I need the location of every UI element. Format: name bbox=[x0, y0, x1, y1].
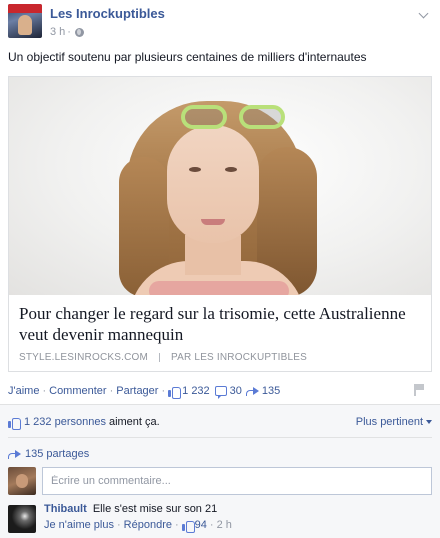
meta-separator: · bbox=[67, 26, 71, 38]
link-preview-card[interactable]: Pour changer le regard sur la trisomie, … bbox=[8, 76, 432, 372]
photo-sunglasses bbox=[181, 105, 285, 133]
comment-like-value: 94 bbox=[194, 519, 207, 531]
comment-composer bbox=[8, 467, 432, 499]
sunglasses-lens-right bbox=[239, 105, 285, 129]
post-header: Les Inrockuptibles 3 h · bbox=[8, 4, 432, 40]
thumbs-up-icon bbox=[8, 417, 21, 430]
globe-icon[interactable] bbox=[74, 27, 84, 37]
share-button[interactable]: Partager bbox=[116, 385, 158, 397]
source-divider bbox=[159, 353, 161, 362]
sunglasses-lens-left bbox=[181, 105, 227, 129]
post-message: Un objectif soutenu par plusieurs centai… bbox=[8, 50, 367, 64]
comment-count[interactable]: 30 bbox=[214, 385, 242, 399]
photo-mouth bbox=[201, 219, 225, 225]
sort-label: Plus pertinent bbox=[355, 416, 423, 428]
share-count-value: 135 bbox=[261, 385, 281, 397]
flag-icon[interactable] bbox=[414, 384, 424, 396]
sort-dropdown[interactable]: Plus pertinent bbox=[356, 416, 432, 428]
comment-author-link[interactable]: Thibault bbox=[44, 503, 87, 515]
comment-unlike-button[interactable]: Je n'aime plus bbox=[44, 519, 114, 531]
thumbs-up-icon bbox=[168, 386, 182, 399]
comment-actions: Je n'aime plus · Répondre · 94 · 2 h bbox=[44, 519, 232, 533]
thumbs-up-icon bbox=[181, 520, 195, 533]
comment-separator: · bbox=[209, 519, 214, 531]
action-separator: · bbox=[109, 385, 114, 397]
comment-separator: · bbox=[174, 519, 179, 531]
comment-body: Thibault Elle s'est mise sur son 21 bbox=[44, 503, 217, 515]
commenter-avatar[interactable] bbox=[8, 505, 36, 533]
shares-summary[interactable]: 135 partages bbox=[8, 445, 432, 463]
link-domain: STYLE.LESINROCKS.COM bbox=[19, 352, 149, 363]
shares-link[interactable]: 135 partages bbox=[25, 448, 89, 460]
link-byline: PAR LES INROCKUPTIBLES bbox=[171, 352, 307, 363]
likes-summary-text: aiment ça. bbox=[108, 416, 160, 428]
link-source: STYLE.LESINROCKS.COM PAR LES INROCKUPTIB… bbox=[19, 352, 307, 363]
page-avatar[interactable] bbox=[8, 4, 42, 38]
photo-face bbox=[167, 125, 259, 243]
comment-separator: · bbox=[116, 519, 121, 531]
action-separator: · bbox=[42, 385, 47, 397]
likes-summary: 1 232 personnes aiment ça. Plus pertinen… bbox=[8, 413, 432, 431]
photo-eye-right bbox=[225, 167, 237, 172]
share-count[interactable]: 135 bbox=[245, 385, 281, 397]
comment-button[interactable]: Commenter bbox=[49, 385, 106, 397]
photo-top bbox=[149, 281, 289, 295]
post-timestamp[interactable]: 3 h bbox=[50, 26, 65, 38]
chevron-down-icon[interactable] bbox=[418, 10, 428, 20]
comment-bubble-icon bbox=[214, 386, 227, 399]
magazine-masthead bbox=[8, 4, 42, 13]
comment-text: Elle s'est mise sur son 21 bbox=[92, 503, 218, 515]
action-separator: · bbox=[161, 385, 166, 397]
feedback-divider bbox=[8, 437, 432, 438]
likers-link[interactable]: 1 232 personnes bbox=[24, 416, 106, 428]
comment-timestamp[interactable]: 2 h bbox=[217, 519, 232, 531]
share-arrow-icon bbox=[245, 386, 259, 396]
link-preview-image[interactable] bbox=[9, 77, 431, 295]
link-title[interactable]: Pour changer le regard sur la trisomie, … bbox=[19, 303, 421, 345]
comment-reply-button[interactable]: Répondre bbox=[124, 519, 172, 531]
share-arrow-icon bbox=[8, 449, 21, 459]
like-count[interactable]: 1 232 bbox=[168, 385, 210, 399]
comment-like-count[interactable]: 94 bbox=[181, 519, 207, 533]
comment-count-value: 30 bbox=[229, 385, 242, 397]
like-button[interactable]: J'aime bbox=[8, 385, 39, 397]
viewer-avatar[interactable] bbox=[8, 467, 36, 495]
photo-eye-left bbox=[189, 167, 201, 172]
comment-item: Thibault Elle s'est mise sur son 21 Je n… bbox=[8, 503, 432, 537]
page-name-link[interactable]: Les Inrockuptibles bbox=[50, 6, 165, 21]
magazine-cover-face bbox=[18, 15, 32, 35]
post-actions-bar: J'aime · Commenter · Partager · 1 232 30… bbox=[8, 383, 432, 399]
comment-input[interactable] bbox=[42, 467, 432, 495]
caret-down-icon bbox=[426, 420, 432, 424]
feedback-section: 1 232 personnes aiment ça. Plus pertinen… bbox=[0, 404, 440, 538]
like-count-value: 1 232 bbox=[182, 385, 210, 397]
post-meta: 3 h · bbox=[50, 26, 84, 38]
